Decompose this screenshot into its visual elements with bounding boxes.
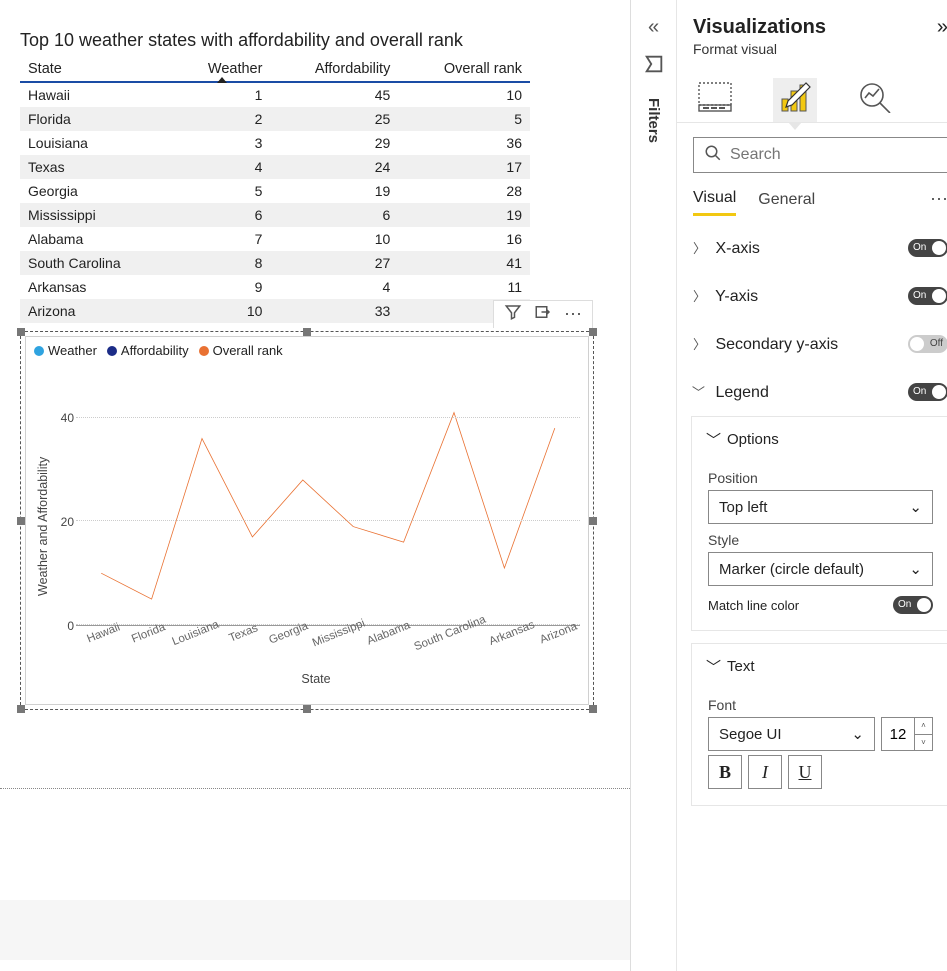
resize-handle[interactable] (17, 517, 25, 525)
dropdown-font-family[interactable]: Segoe UI ⌄ (708, 717, 875, 751)
dropdown-legend-position[interactable]: Top left ⌄ (708, 490, 933, 524)
search-input[interactable] (693, 137, 947, 173)
table-row[interactable]: Hawaii14510 (20, 82, 530, 107)
label-style: Style (708, 532, 933, 548)
font-size-input[interactable]: ˄ ˅ (881, 717, 933, 751)
subsection-legend-options: 〉 Options Position Top left ⌄ Style Mark… (691, 416, 947, 631)
format-visual-icon[interactable] (773, 78, 817, 122)
label-match-line-color: Match line color (708, 598, 799, 613)
chart-visual-selected[interactable]: ⋯ WeatherAffordabilityOverall rank Weath… (20, 331, 594, 710)
chevron-down-icon: 〉 (690, 386, 709, 398)
toggle-match-line-color[interactable]: On (893, 596, 933, 614)
plot-area (76, 366, 580, 626)
col-weather[interactable]: Weather (172, 57, 271, 82)
table-row[interactable]: Texas42417 (20, 155, 530, 179)
dropdown-legend-style[interactable]: Marker (circle default) ⌄ (708, 552, 933, 586)
subsection-legend-text: 〉 Text Font Segoe UI ⌄ ˄ (691, 643, 947, 806)
resize-handle[interactable] (589, 705, 597, 713)
toggle-legend[interactable]: On (908, 383, 947, 401)
toggle-y-axis[interactable]: On (908, 287, 947, 305)
chevron-down-icon: ⌄ (909, 498, 922, 516)
filters-tab[interactable]: Filters (645, 98, 662, 143)
search-icon (704, 144, 722, 167)
section-legend[interactable]: 〉 Legend On (677, 368, 947, 416)
resize-handle[interactable] (303, 705, 311, 713)
label-font: Font (708, 697, 933, 713)
section-y-axis[interactable]: 〉 Y-axis On (677, 272, 947, 320)
resize-handle[interactable] (303, 328, 311, 336)
table-row[interactable]: Arizona1033 (20, 299, 530, 323)
toggle-x-axis[interactable]: On (908, 239, 947, 257)
chevron-down-icon: 〉 (703, 432, 724, 447)
col-state[interactable]: State (20, 57, 172, 82)
more-options-icon[interactable]: ⋯ (564, 304, 582, 325)
italic-button[interactable]: I (748, 755, 782, 789)
table-row[interactable]: Georgia51928 (20, 179, 530, 203)
table-row[interactable]: Arkansas9411 (20, 275, 530, 299)
resize-handle[interactable] (17, 705, 25, 713)
more-options-icon[interactable]: ⋯ (930, 189, 947, 210)
chevron-down-icon: 〉 (703, 659, 724, 674)
resize-handle[interactable] (589, 328, 597, 336)
underline-button[interactable]: U (788, 755, 822, 789)
label-position: Position (708, 470, 933, 486)
x-axis-label: State (52, 672, 580, 686)
bold-button[interactable]: B (708, 755, 742, 789)
chevron-right-icon: 〉 (693, 238, 705, 257)
chart-legend: Weather Affordability Overall rank (34, 343, 580, 358)
focus-mode-icon[interactable] (534, 303, 552, 326)
y-axis-label: Weather and Affordability (34, 366, 52, 686)
pane-subtitle: Format visual (677, 41, 947, 65)
bookmark-icon[interactable] (643, 53, 665, 78)
expand-pane-icon[interactable]: » (937, 16, 947, 39)
chevron-right-icon: 〉 (693, 334, 705, 353)
tab-general[interactable]: General (758, 185, 815, 215)
resize-handle[interactable] (17, 328, 25, 336)
resize-handle[interactable] (589, 517, 597, 525)
pane-title: Visualizations (693, 16, 826, 39)
build-visual-icon[interactable] (693, 78, 737, 122)
toggle-secondary-y-axis[interactable]: Off (908, 335, 947, 353)
table-row[interactable]: Mississippi6619 (20, 203, 530, 227)
stepper-down-icon[interactable]: ˅ (915, 735, 932, 751)
filter-icon[interactable] (504, 303, 522, 326)
chevron-right-icon: 〉 (693, 286, 705, 305)
col-affordability[interactable]: Affordability (270, 57, 398, 82)
visual-toolbar: ⋯ (493, 300, 593, 328)
sort-indicator-icon (217, 77, 227, 83)
table-row[interactable]: South Carolina82741 (20, 251, 530, 275)
legend-item[interactable]: Affordability (107, 343, 189, 358)
collapse-pane-icon[interactable]: « (648, 16, 659, 39)
chevron-down-icon: ⌄ (909, 560, 922, 578)
section-x-axis[interactable]: 〉 X-axis On (677, 224, 947, 272)
table-row[interactable]: Alabama71016 (20, 227, 530, 251)
data-table: State Weather Affordability Overall rank… (20, 57, 530, 323)
table-row[interactable]: Florida2255 (20, 107, 530, 131)
subsection-head-options[interactable]: 〉 Options (692, 417, 947, 458)
col-overall[interactable]: Overall rank (398, 57, 530, 82)
line-series[interactable] (101, 413, 555, 599)
section-secondary-y-axis[interactable]: 〉 Secondary y-axis Off (677, 320, 947, 368)
tab-visual[interactable]: Visual (693, 183, 736, 216)
analytics-icon[interactable] (853, 78, 897, 122)
table-title: Top 10 weather states with affordability… (20, 30, 610, 51)
legend-item[interactable]: Weather (34, 343, 97, 358)
subsection-head-text[interactable]: 〉 Text (692, 644, 947, 685)
table-row[interactable]: Louisiana32936 (20, 131, 530, 155)
stepper-up-icon[interactable]: ˄ (915, 718, 932, 735)
chevron-down-icon: ⌄ (851, 725, 864, 743)
legend-item[interactable]: Overall rank (199, 343, 283, 358)
